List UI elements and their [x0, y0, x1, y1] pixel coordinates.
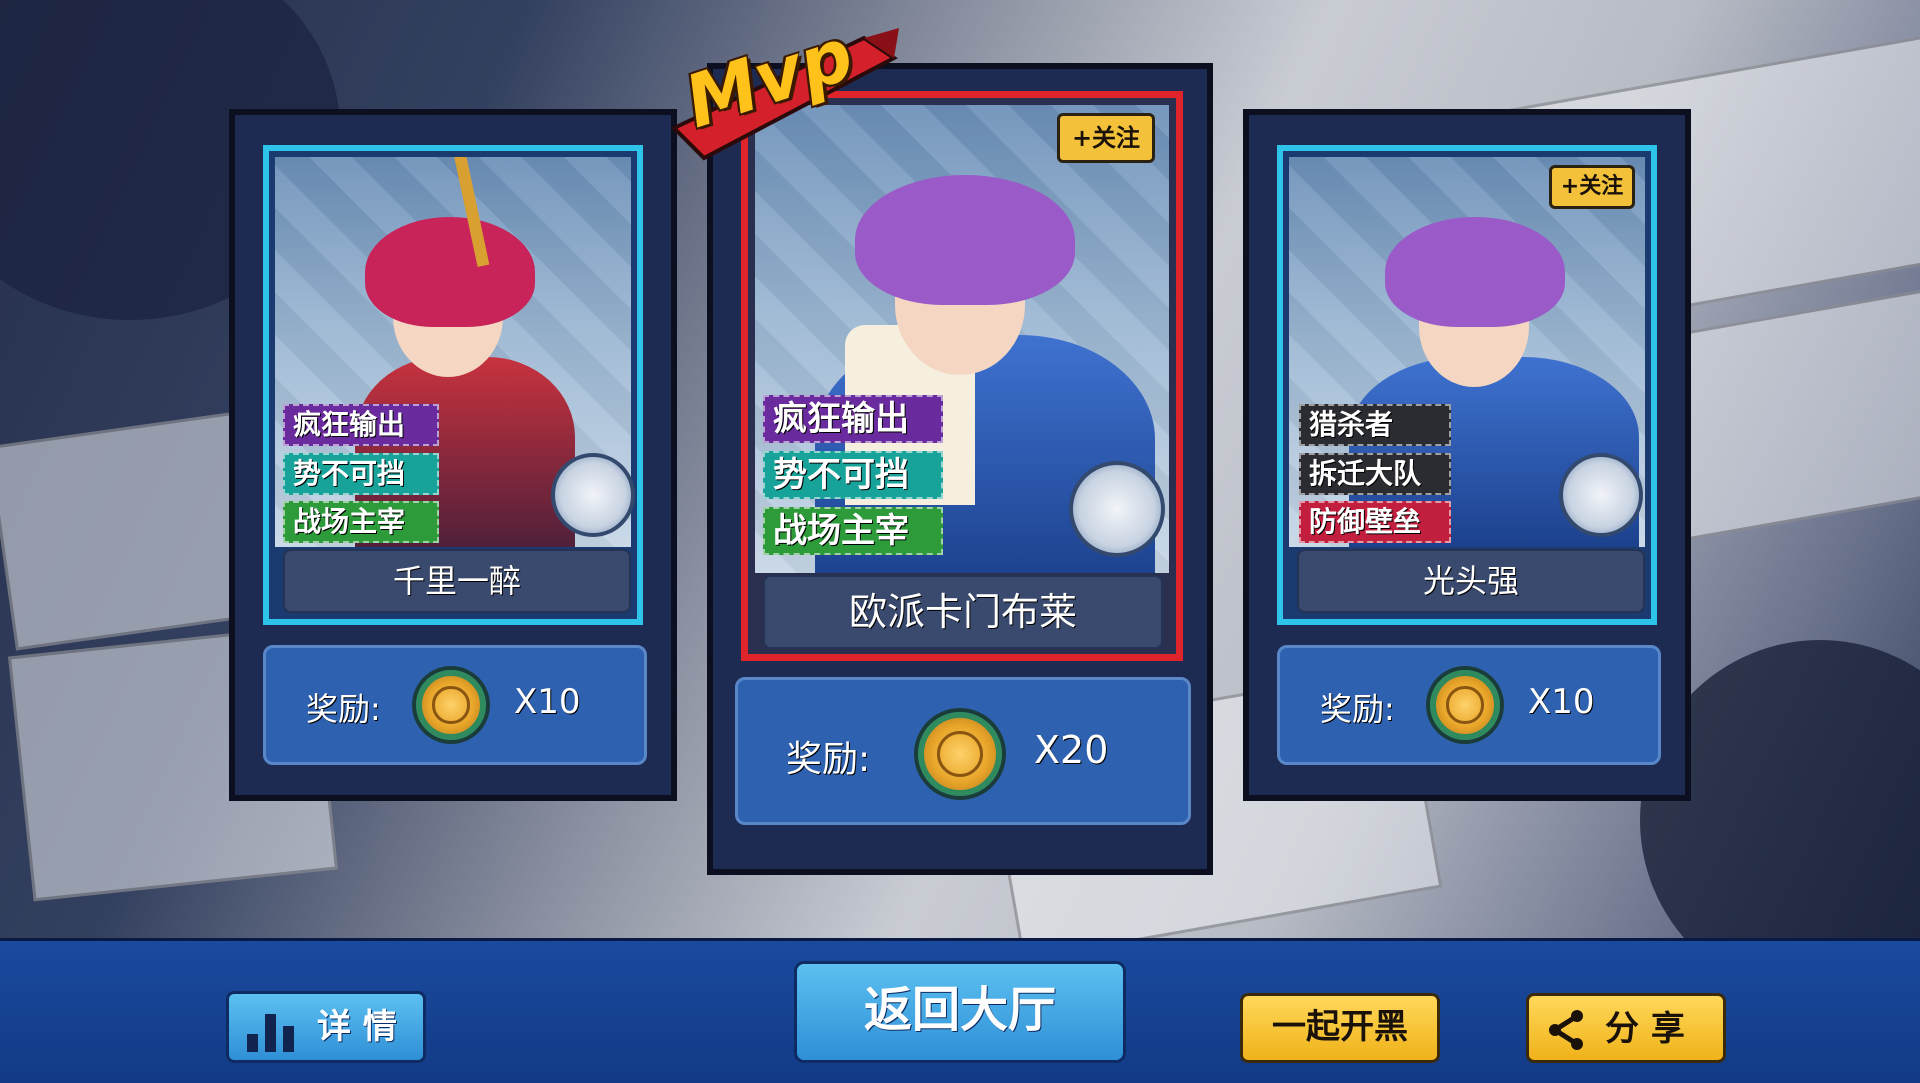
tag-2: 势不可挡 — [763, 451, 943, 499]
player-name: 千里一醉 — [283, 549, 631, 613]
team-up-label: 一起开黑 — [1272, 1007, 1408, 1047]
coin-icon — [1430, 670, 1500, 740]
follow-button[interactable]: +关注 — [1549, 165, 1635, 209]
tag-1: 疯狂输出 — [763, 395, 943, 443]
character-hair — [365, 217, 535, 327]
back-to-lobby-button[interactable]: 返回大厅 — [794, 961, 1126, 1063]
reward-count: X10 — [514, 682, 581, 722]
reward-label: 奖励: — [306, 690, 381, 728]
team-up-button[interactable]: 一起开黑 — [1240, 993, 1440, 1063]
reward-count: X10 — [1528, 682, 1595, 722]
player-card-mvp: +关注 疯狂输出 势不可挡 战场主宰 欧派卡门布莱 奖励: X20 — [707, 63, 1213, 875]
tag-2: 势不可挡 — [283, 453, 439, 495]
player-name: 欧派卡门布莱 — [763, 575, 1163, 649]
share-icon — [1545, 1008, 1589, 1052]
back-to-lobby-label: 返回大厅 — [863, 982, 1056, 1038]
player-name: 光头强 — [1297, 549, 1645, 613]
follow-button[interactable]: +关注 — [1057, 113, 1155, 163]
pet-fox-icon — [1069, 461, 1165, 557]
tag-2: 拆迁大队 — [1299, 453, 1451, 495]
coin-icon — [416, 670, 486, 740]
tag-3: 战场主宰 — [763, 507, 943, 555]
reward-panel: 奖励: X10 — [1277, 645, 1661, 765]
pet-fish-icon — [1559, 453, 1643, 537]
share-button[interactable]: 分 享 — [1526, 993, 1726, 1063]
reward-count: X20 — [1034, 728, 1109, 772]
share-label: 分 享 — [1605, 1009, 1685, 1049]
character-hair — [1385, 217, 1565, 327]
player-card-left: 疯狂输出 势不可挡 战场主宰 千里一醉 奖励: X10 — [229, 109, 677, 801]
tag-3: 战场主宰 — [283, 501, 439, 543]
pet-fox-icon — [551, 453, 635, 537]
player-card-right: +关注 猎杀者 拆迁大队 防御壁垒 光头强 奖励: X10 — [1243, 109, 1691, 801]
stats-bar-icon — [245, 1008, 301, 1052]
tag-1: 疯狂输出 — [283, 404, 439, 446]
reward-label: 奖励: — [786, 739, 871, 780]
reward-label: 奖励: — [1320, 690, 1395, 728]
details-label: 详 情 — [317, 1007, 397, 1047]
reward-panel: 奖励: X10 — [263, 645, 647, 765]
details-button[interactable]: 详 情 — [226, 991, 426, 1063]
bottom-bar: 详 情 返回大厅 一起开黑 分 享 — [0, 938, 1920, 1083]
character-hair — [855, 175, 1075, 305]
coin-icon — [918, 712, 1002, 796]
tag-3: 防御壁垒 — [1299, 501, 1451, 543]
tag-1: 猎杀者 — [1299, 404, 1451, 446]
mvp-badge: Mvp — [664, 12, 904, 168]
reward-panel: 奖励: X20 — [735, 677, 1191, 825]
